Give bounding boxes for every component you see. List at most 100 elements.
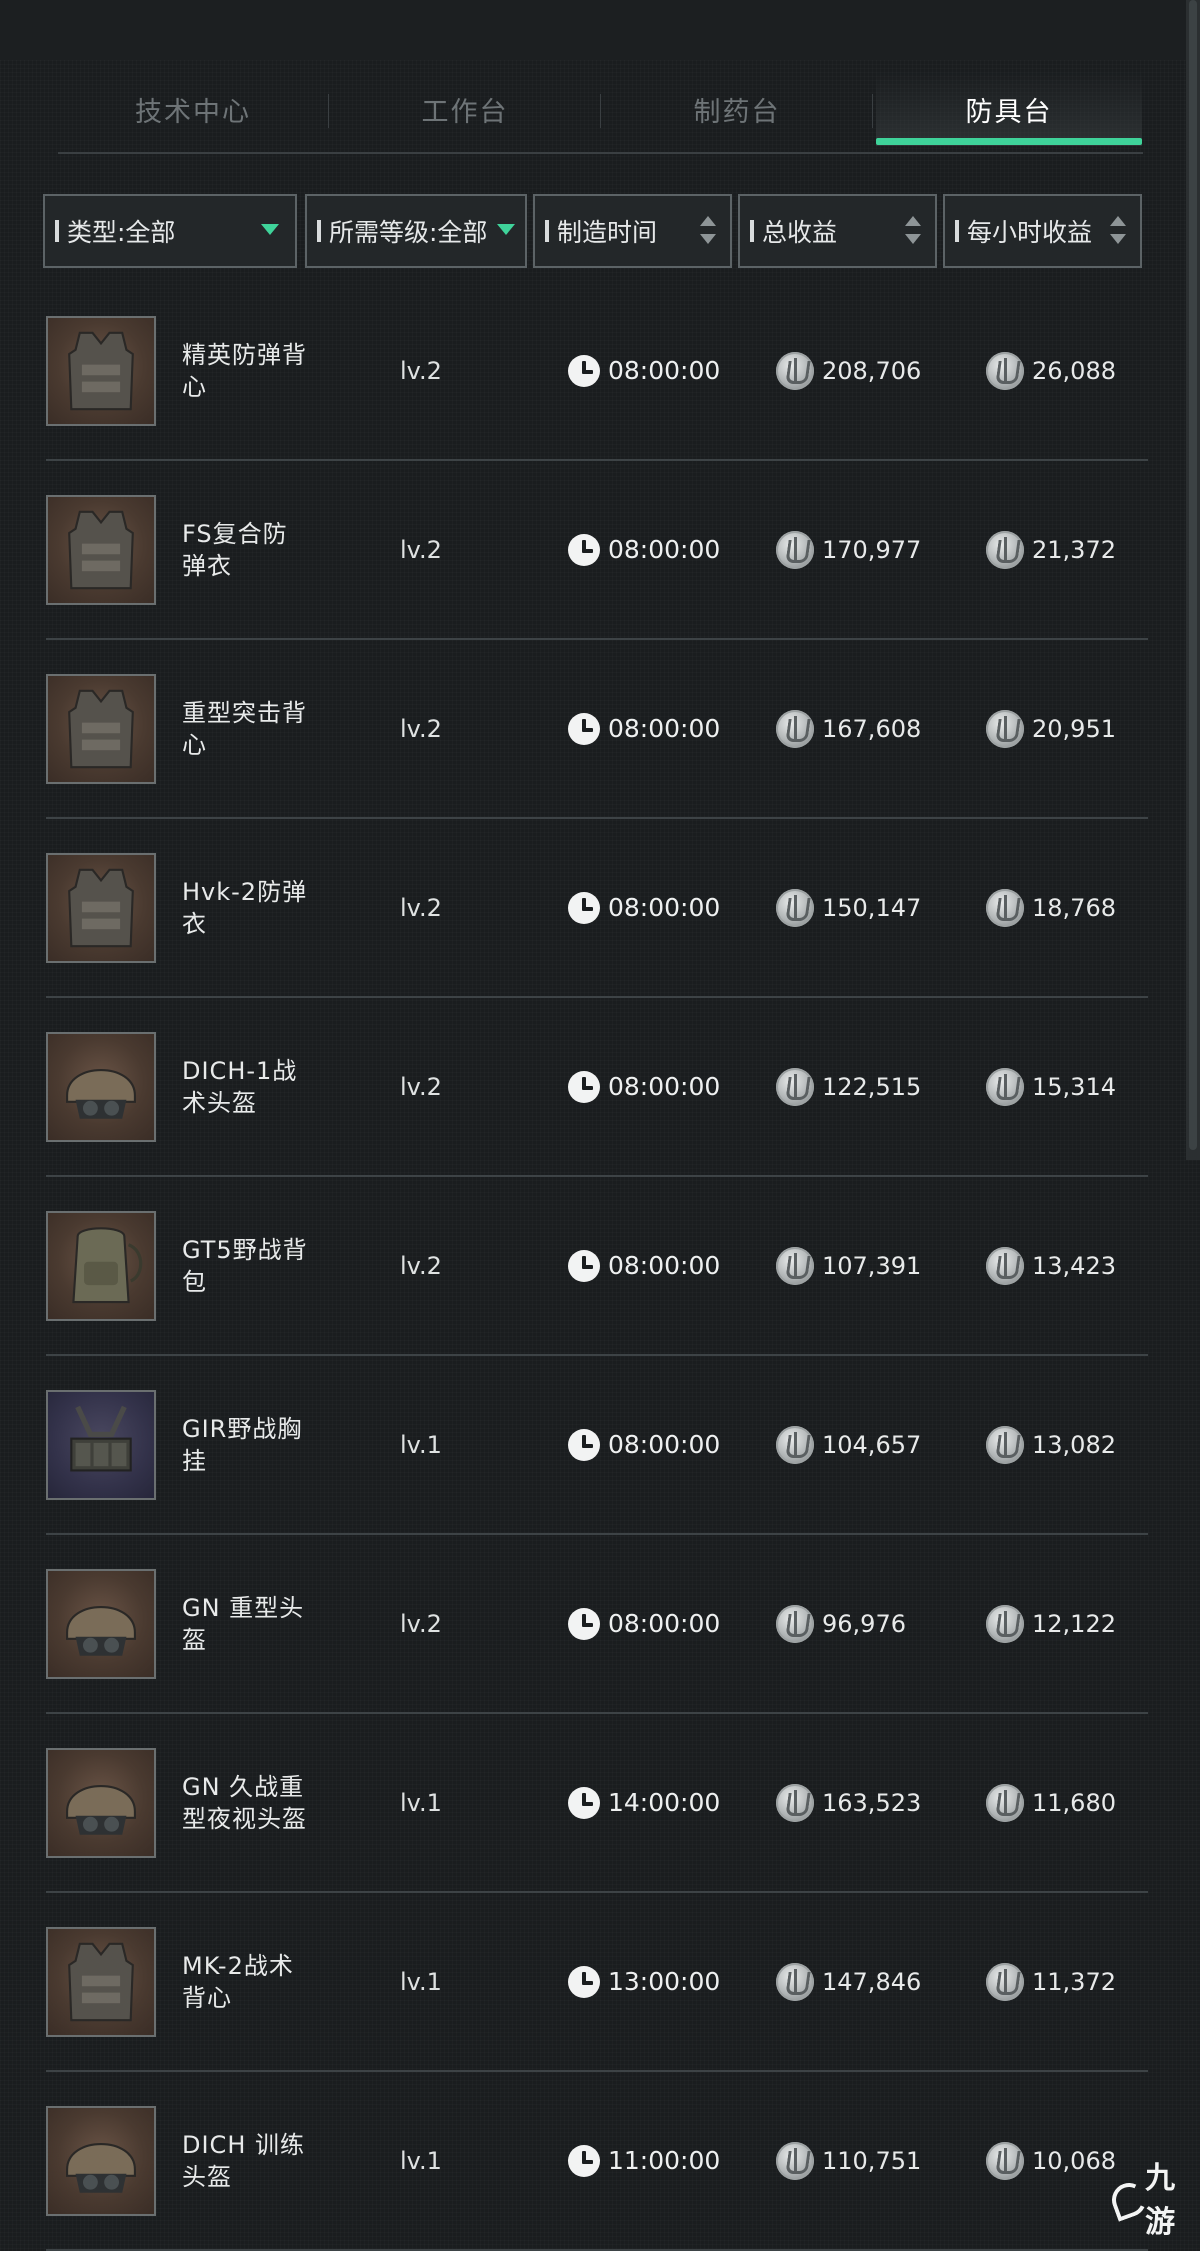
chevron-down-icon (261, 224, 279, 235)
total-income: 104,657 (776, 1356, 921, 1533)
clock-icon (568, 1965, 600, 1998)
hourly-income-sort-label: 每小时收益 (967, 218, 1093, 247)
list-item[interactable]: GIR野战胸挂 lv.1 08:00:00 104,657 13,082 (46, 1356, 1148, 1535)
vest-icon (48, 1929, 154, 2035)
list-item[interactable]: GN 久战重型夜视头盔 lv.1 14:00:00 163,523 11,680 (46, 1714, 1148, 1893)
item-name: GN 重型头盔 (182, 1593, 305, 1654)
coin-icon (776, 2141, 814, 2180)
craft-time: 08:00:00 (568, 1535, 720, 1712)
total-income-value: 170,977 (822, 535, 922, 564)
item-thumbnail (46, 1390, 156, 1500)
chevron-down-icon (497, 224, 515, 235)
list-item[interactable]: 重型突击背心 lv.2 08:00:00 167,608 20,951 (46, 640, 1148, 819)
helmet-icon (48, 1571, 154, 1677)
total-income-sort-button[interactable]: 总收益 (738, 194, 937, 268)
sort-icon (1110, 216, 1126, 250)
list-item[interactable]: DICH-1战术头盔 lv.2 08:00:00 122,515 15,314 (46, 998, 1148, 1177)
item-name: FS复合防弹衣 (182, 519, 288, 580)
craft-time: 08:00:00 (568, 819, 720, 996)
list-item[interactable]: Hvk-2防弹衣 lv.2 08:00:00 150,147 18,768 (46, 819, 1148, 998)
craft-time-value: 08:00:00 (608, 1072, 721, 1101)
craft-time: 08:00:00 (568, 1177, 720, 1354)
total-income: 208,706 (776, 282, 921, 459)
coin-icon (776, 1246, 814, 1285)
craft-time: 14:00:00 (568, 1714, 720, 1891)
craft-time-value: 08:00:00 (608, 1251, 721, 1280)
hourly-income-value: 21,372 (1032, 535, 1116, 564)
item-name: DICH-1战术头盔 (182, 1056, 298, 1117)
item-thumbnail (46, 1032, 156, 1142)
item-level: lv.2 (400, 356, 442, 385)
filter-marker (955, 220, 959, 242)
level-filter-label: 所需等级:全部 (329, 218, 488, 247)
hourly-income: 15,314 (986, 998, 1116, 1175)
filter-marker (545, 220, 549, 242)
total-income: 150,147 (776, 819, 921, 996)
coin-icon (776, 709, 814, 748)
craft-time: 11:00:00 (568, 2072, 720, 2249)
watermark: 九游 (1110, 2161, 1200, 2240)
list-item[interactable]: FS复合防弹衣 lv.2 08:00:00 170,977 21,372 (46, 461, 1148, 640)
list-item[interactable]: DICH 训练头盔 lv.1 11:00:00 110,751 10,068 (46, 2072, 1148, 2251)
hourly-income: 21,372 (986, 461, 1116, 638)
tab-tech-center[interactable]: 技术中心 (58, 72, 328, 146)
craft-time-sort-button[interactable]: 制造时间 (533, 194, 732, 268)
item-level: lv.1 (400, 1788, 442, 1817)
coin-icon (776, 530, 814, 569)
item-name: GT5野战背包 (182, 1235, 308, 1296)
craft-time-value: 13:00:00 (608, 1967, 721, 1996)
clock-icon (568, 354, 600, 387)
hourly-income: 11,680 (986, 1714, 1116, 1891)
item-level: lv.1 (400, 1430, 442, 1459)
total-income: 110,751 (776, 2072, 921, 2249)
jiuyou-logo-icon (1110, 2180, 1141, 2214)
coin-icon (776, 1783, 814, 1822)
scrollbar-thumb[interactable] (1189, 0, 1197, 1150)
item-thumbnail (46, 316, 156, 426)
craft-time-value: 08:00:00 (608, 1609, 721, 1638)
level-filter-dropdown[interactable]: 所需等级:全部 (305, 194, 527, 268)
item-name: Hvk-2防弹衣 (182, 877, 308, 938)
hourly-income: 10,068 (986, 2072, 1116, 2249)
total-income-value: 110,751 (822, 2146, 922, 2175)
type-filter-dropdown[interactable]: 类型:全部 (43, 194, 297, 268)
hourly-income-value: 26,088 (1032, 356, 1116, 385)
sort-icon (905, 216, 921, 250)
list-item[interactable]: GT5野战背包 lv.2 08:00:00 107,391 13,423 (46, 1177, 1148, 1356)
list-item[interactable]: 精英防弹背心 lv.2 08:00:00 208,706 26,088 (46, 282, 1148, 461)
item-name: 重型突击背心 (182, 698, 307, 759)
hourly-income-value: 11,372 (1032, 1967, 1116, 1996)
clock-icon (568, 891, 600, 924)
tab-armor-bench[interactable]: 防具台 (876, 72, 1142, 146)
clock-icon (568, 1607, 600, 1640)
hourly-income-value: 13,423 (1032, 1251, 1116, 1280)
coin-icon (986, 1962, 1024, 2001)
item-thumbnail (46, 2106, 156, 2216)
backpack-icon (48, 1213, 154, 1319)
list-item[interactable]: MK-2战术背心 lv.1 13:00:00 147,846 11,372 (46, 1893, 1148, 2072)
coin-icon (986, 2141, 1024, 2180)
item-level: lv.2 (400, 714, 442, 743)
clock-icon (568, 1428, 600, 1461)
hourly-income-value: 20,951 (1032, 714, 1116, 743)
hourly-income-sort-button[interactable]: 每小时收益 (943, 194, 1142, 268)
coin-icon (986, 351, 1024, 390)
coin-icon (776, 1604, 814, 1643)
hourly-income-value: 10,068 (1032, 2146, 1116, 2175)
coin-icon (776, 888, 814, 927)
item-level: lv.2 (400, 1609, 442, 1638)
coin-icon (986, 709, 1024, 748)
hourly-income-value: 13,082 (1032, 1430, 1116, 1459)
tab-pharmacy[interactable]: 制药台 (602, 72, 872, 146)
coin-icon (776, 351, 814, 390)
vest-icon (48, 676, 154, 782)
total-income: 163,523 (776, 1714, 921, 1891)
vest-icon (48, 497, 154, 603)
active-tab-indicator (876, 138, 1142, 145)
coin-icon (986, 1425, 1024, 1464)
total-income: 122,515 (776, 998, 921, 1175)
total-income-sort-label: 总收益 (762, 218, 838, 247)
list-item[interactable]: GN 重型头盔 lv.2 08:00:00 96,976 12,122 (46, 1535, 1148, 1714)
item-name: MK-2战术背心 (182, 1951, 294, 2012)
tab-workbench[interactable]: 工作台 (330, 72, 600, 146)
